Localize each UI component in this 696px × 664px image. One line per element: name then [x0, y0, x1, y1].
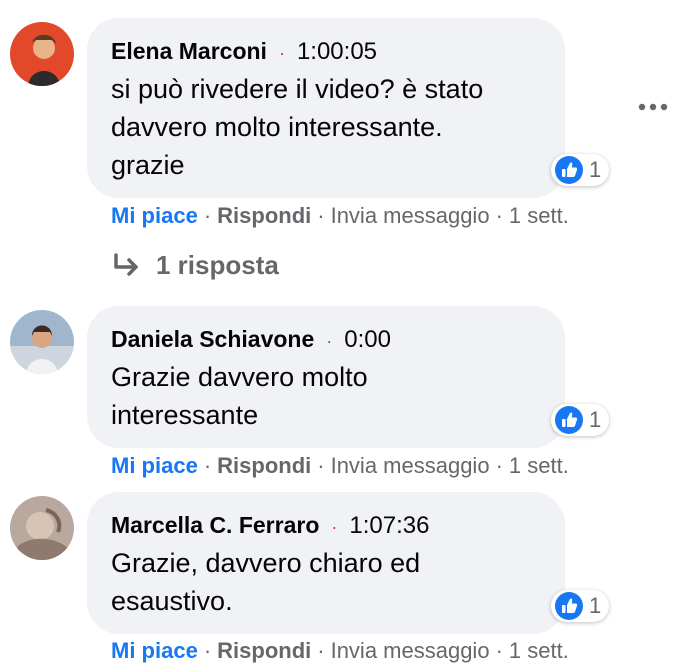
avatar[interactable] — [10, 22, 74, 86]
like-link[interactable]: Mi piace — [111, 453, 198, 479]
comment-author[interactable]: Daniela Schiavone — [111, 324, 314, 354]
user-photo-icon — [10, 310, 74, 374]
separator-dot: · — [203, 638, 212, 663]
view-replies-link[interactable]: 1 risposta — [112, 250, 279, 281]
comment-actions: Mi piace · Rispondi · Invia messaggio · … — [111, 203, 569, 229]
comment-actions: Mi piace · Rispondi · Invia messaggio · … — [111, 453, 569, 479]
replies-count-label: 1 risposta — [156, 250, 279, 280]
separator-dot: · — [495, 453, 503, 478]
comment-author[interactable]: Elena Marconi — [111, 36, 267, 66]
comment-bubble: Elena Marconi · 1:00:05 si può rivedere … — [87, 18, 565, 198]
comment-text-line: davvero molto interessante. — [111, 112, 443, 142]
comment-bubble: Marcella C. Ferraro · 1:07:36 Grazie, da… — [87, 492, 565, 634]
reply-link[interactable]: Rispondi — [217, 638, 311, 664]
comment-text: Grazie davvero molto interessante — [111, 358, 541, 434]
user-photo-icon — [10, 496, 74, 560]
avatar[interactable] — [10, 496, 74, 560]
send-message-link[interactable]: Invia messaggio — [331, 453, 490, 479]
like-icon — [555, 406, 583, 434]
comment-text-line: esaustivo. — [111, 586, 233, 616]
comment-text-line: Grazie, davvero chiaro ed — [111, 548, 421, 578]
comment-actions: Mi piace · Rispondi · Invia messaggio · … — [111, 638, 569, 664]
reaction-badge[interactable]: 1 — [551, 154, 610, 186]
video-timestamp[interactable]: 0:00 — [344, 325, 391, 355]
separator-dot: · — [495, 203, 503, 228]
separator-dot: · — [495, 638, 503, 663]
separator-dot: · — [326, 331, 333, 351]
avatar[interactable] — [10, 310, 74, 374]
reaction-count: 1 — [589, 157, 602, 182]
send-message-link[interactable]: Invia messaggio — [331, 638, 490, 664]
separator-dot: · — [317, 453, 325, 478]
reaction-badge[interactable]: 1 — [551, 590, 610, 622]
separator-dot: · — [331, 517, 338, 537]
comment-time[interactable]: 1 sett. — [509, 638, 569, 664]
like-icon — [555, 592, 583, 620]
reply-arrow-icon — [114, 252, 138, 276]
comment-text-line: grazie — [111, 150, 185, 180]
reply-link[interactable]: Rispondi — [217, 453, 311, 479]
separator-dot: · — [278, 43, 285, 63]
comment-text-line: Grazie davvero molto — [111, 362, 368, 392]
more-horizontal-icon[interactable] — [638, 102, 668, 112]
reaction-count: 1 — [589, 407, 602, 432]
separator-dot: · — [317, 203, 325, 228]
reaction-badge[interactable]: 1 — [551, 404, 610, 436]
comment-bubble: Daniela Schiavone · 0:00 Grazie davvero … — [87, 306, 565, 448]
user-photo-icon — [10, 22, 74, 86]
comment-text: si può rivedere il video? è stato davver… — [111, 70, 541, 184]
reply-link[interactable]: Rispondi — [217, 203, 311, 229]
comment-author[interactable]: Marcella C. Ferraro — [111, 510, 319, 540]
comment-text-line: interessante — [111, 400, 259, 430]
separator-dot: · — [203, 203, 212, 228]
video-timestamp[interactable]: 1:07:36 — [349, 511, 429, 541]
video-timestamp[interactable]: 1:00:05 — [297, 37, 377, 67]
like-link[interactable]: Mi piace — [111, 203, 198, 229]
comment-time[interactable]: 1 sett. — [509, 453, 569, 479]
comment-text: Grazie, davvero chiaro ed esaustivo. — [111, 544, 541, 620]
like-link[interactable]: Mi piace — [111, 638, 198, 664]
comment-text-line: si può rivedere il video? è stato — [111, 74, 484, 104]
send-message-link[interactable]: Invia messaggio — [331, 203, 490, 229]
like-icon — [555, 156, 583, 184]
comment-time[interactable]: 1 sett. — [509, 203, 569, 229]
separator-dot: · — [317, 638, 325, 663]
reaction-count: 1 — [589, 593, 602, 618]
separator-dot: · — [203, 453, 212, 478]
